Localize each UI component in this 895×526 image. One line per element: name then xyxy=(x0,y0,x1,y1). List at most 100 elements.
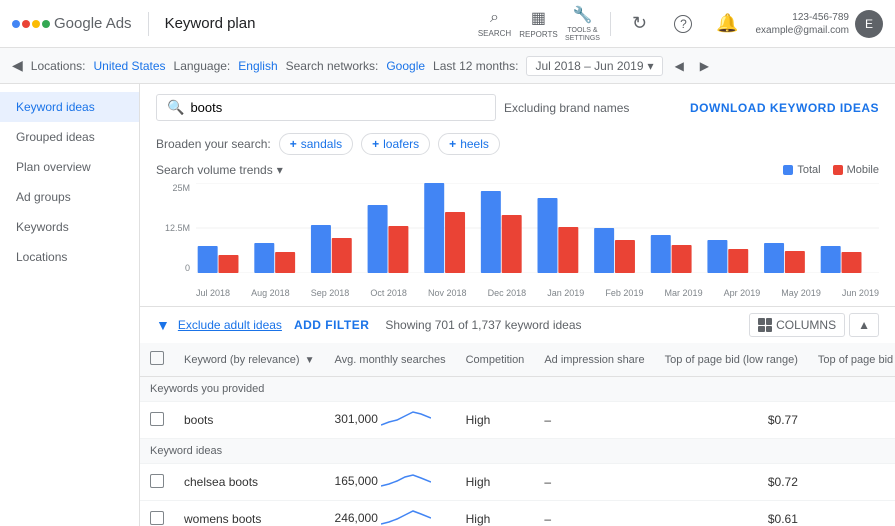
avg-chelsea: 165,000 xyxy=(325,464,456,501)
kw-chelsea: chelsea boots xyxy=(174,464,325,501)
avatar: E xyxy=(855,10,883,38)
reports-icon-btn[interactable]: ▦ REPORTS xyxy=(518,4,558,44)
sidebar-toggle[interactable]: ◀ xyxy=(12,57,23,74)
network-label: Search networks: xyxy=(286,59,379,73)
tools-icon-btn[interactable]: 🔧 TOOLS &SETTINGS xyxy=(562,4,602,44)
search-icon: 🔍 xyxy=(167,99,184,116)
col-competition: Competition xyxy=(456,343,535,377)
refresh-btn[interactable]: ↻ xyxy=(619,4,659,44)
broaden-label: Broaden your search: xyxy=(156,137,271,151)
row-checkbox[interactable] xyxy=(150,412,164,426)
download-keyword-ideas-btn[interactable]: DOWNLOAD KEYWORD IDEAS xyxy=(690,101,879,115)
google-ads-logo: Google Ads xyxy=(12,15,132,32)
refresh-icon: ↻ xyxy=(632,13,647,34)
select-all-checkbox[interactable] xyxy=(150,351,164,365)
legend-mobile-dot xyxy=(833,165,843,175)
exclude-adults-btn[interactable]: Exclude adult ideas xyxy=(178,318,282,332)
trend-sparkline xyxy=(381,410,431,430)
sidebar: Keyword ideas Grouped ideas Plan overvie… xyxy=(0,84,140,526)
broaden-chip-loafers[interactable]: + loafers xyxy=(361,133,430,155)
columns-label: COLUMNS xyxy=(776,318,836,332)
add-filter-btn[interactable]: ADD FILTER xyxy=(294,318,369,332)
section-label-ideas: Keyword ideas xyxy=(140,439,895,464)
search-input[interactable] xyxy=(190,100,485,115)
bar-jul-mobile xyxy=(218,255,238,273)
help-icon: ? xyxy=(674,15,692,33)
search-icon-btn[interactable]: ⌕ SEARCH xyxy=(474,4,514,44)
col-bid-high: Top of page bid (high range) xyxy=(808,343,895,377)
legend-total-dot xyxy=(783,165,793,175)
network-value[interactable]: Google xyxy=(386,59,425,73)
table-row: womens boots 246,000 High – $0.61 $1.65 xyxy=(140,501,895,526)
help-btn[interactable]: ? xyxy=(663,4,703,44)
trend-sparkline xyxy=(381,472,431,492)
col-avg: Avg. monthly searches xyxy=(325,343,456,377)
date-next-btn[interactable]: ▶ xyxy=(696,59,713,73)
page-title: Keyword plan xyxy=(165,15,256,32)
collapse-btn[interactable]: ▲ xyxy=(849,313,879,337)
user-info[interactable]: 123-456-789 example@gmail.com E xyxy=(755,10,883,38)
reports-icon: ▦ xyxy=(531,8,546,28)
row-checkbox[interactable] xyxy=(150,511,164,525)
date-range-picker[interactable]: Jul 2018 – Jun 2019 ▾ xyxy=(526,56,662,76)
table-actions: COLUMNS ▲ xyxy=(749,313,879,337)
logo-blue-dot xyxy=(12,20,20,28)
date-range-value: Jul 2018 – Jun 2019 xyxy=(535,59,643,73)
section-label-provided: Keywords you provided xyxy=(140,377,895,402)
columns-btn[interactable]: COLUMNS xyxy=(749,313,845,337)
col-ad-share: Ad impression share xyxy=(534,343,654,377)
col-keyword: Keyword (by relevance) ▼ xyxy=(174,343,325,377)
search-section: 🔍 Excluding brand names DOWNLOAD KEYWORD… xyxy=(140,84,895,129)
top-bar-left: Google Ads Keyword plan xyxy=(12,12,474,36)
table-row: boots 301,000 High – $0.77 $1.77 xyxy=(140,402,895,439)
divider xyxy=(610,12,611,36)
x-axis-labels: Jul 2018 Aug 2018 Sep 2018 Oct 2018 Nov … xyxy=(196,288,879,298)
logo-yellow-dot xyxy=(32,20,40,28)
location-value[interactable]: United States xyxy=(93,59,165,73)
chart-expand-icon[interactable]: ▾ xyxy=(277,163,283,177)
broaden-chip-heels[interactable]: + heels xyxy=(438,133,500,155)
bid-low-boots: $0.77 xyxy=(655,402,808,439)
sidebar-item-grouped-ideas[interactable]: Grouped ideas xyxy=(0,122,139,152)
main-layout: Keyword ideas Grouped ideas Plan overvie… xyxy=(0,84,895,526)
legend-total: Total xyxy=(783,164,820,176)
logo-colors xyxy=(12,20,50,28)
top-bar-icons: ⌕ SEARCH ▦ REPORTS 🔧 TOOLS &SETTINGS ↻ ?… xyxy=(474,4,883,44)
chart-title-row: Search volume trends ▾ Total Mobile xyxy=(156,163,879,177)
logo-green-dot xyxy=(42,20,50,28)
row-checkbox[interactable] xyxy=(150,474,164,488)
chart-legend: Total Mobile xyxy=(783,164,879,176)
columns-icon xyxy=(758,318,772,332)
bid-high-boots: $1.77 xyxy=(808,402,895,439)
date-label: Last 12 months: xyxy=(433,59,518,73)
separator xyxy=(148,12,149,36)
plus-icon: + xyxy=(290,137,297,151)
excluding-label: Excluding brand names xyxy=(504,101,629,115)
broaden-chip-sandals[interactable]: + sandals xyxy=(279,133,353,155)
sidebar-item-keyword-ideas[interactable]: Keyword ideas xyxy=(0,92,139,122)
notifications-btn[interactable]: 🔔 xyxy=(707,4,747,44)
sidebar-item-plan-overview[interactable]: Plan overview xyxy=(0,152,139,182)
sort-icon: ▼ xyxy=(305,355,315,366)
trend-sparkline xyxy=(381,509,431,526)
sidebar-item-keywords[interactable]: Keywords xyxy=(0,212,139,242)
language-label: Language: xyxy=(174,59,231,73)
sidebar-item-ad-groups[interactable]: Ad groups xyxy=(0,182,139,212)
search-box[interactable]: 🔍 xyxy=(156,94,496,121)
kw-boots: boots xyxy=(174,402,325,439)
section-header-provided: Keywords you provided xyxy=(140,377,895,402)
y-label-25m: 25M xyxy=(156,183,190,193)
showing-text: Showing 701 of 1,737 keyword ideas xyxy=(385,318,581,332)
y-axis-labels: 25M 12.5M 0 xyxy=(156,183,194,273)
section-header-ideas: Keyword ideas xyxy=(140,439,895,464)
date-prev-btn[interactable]: ◀ xyxy=(671,59,688,73)
chart-section: Search volume trends ▾ Total Mobile 25M xyxy=(140,163,895,306)
tools-icon: 🔧 xyxy=(573,5,593,25)
broaden-row: Broaden your search: + sandals + loafers… xyxy=(140,129,895,163)
sidebar-item-locations[interactable]: Locations xyxy=(0,242,139,272)
plus-icon: + xyxy=(449,137,456,151)
language-value[interactable]: English xyxy=(238,59,277,73)
search-row: 🔍 Excluding brand names DOWNLOAD KEYWORD… xyxy=(156,94,879,121)
table-row: chelsea boots 165,000 High – $0.72 $1.95 xyxy=(140,464,895,501)
col-bid-low: Top of page bid (low range) xyxy=(655,343,808,377)
